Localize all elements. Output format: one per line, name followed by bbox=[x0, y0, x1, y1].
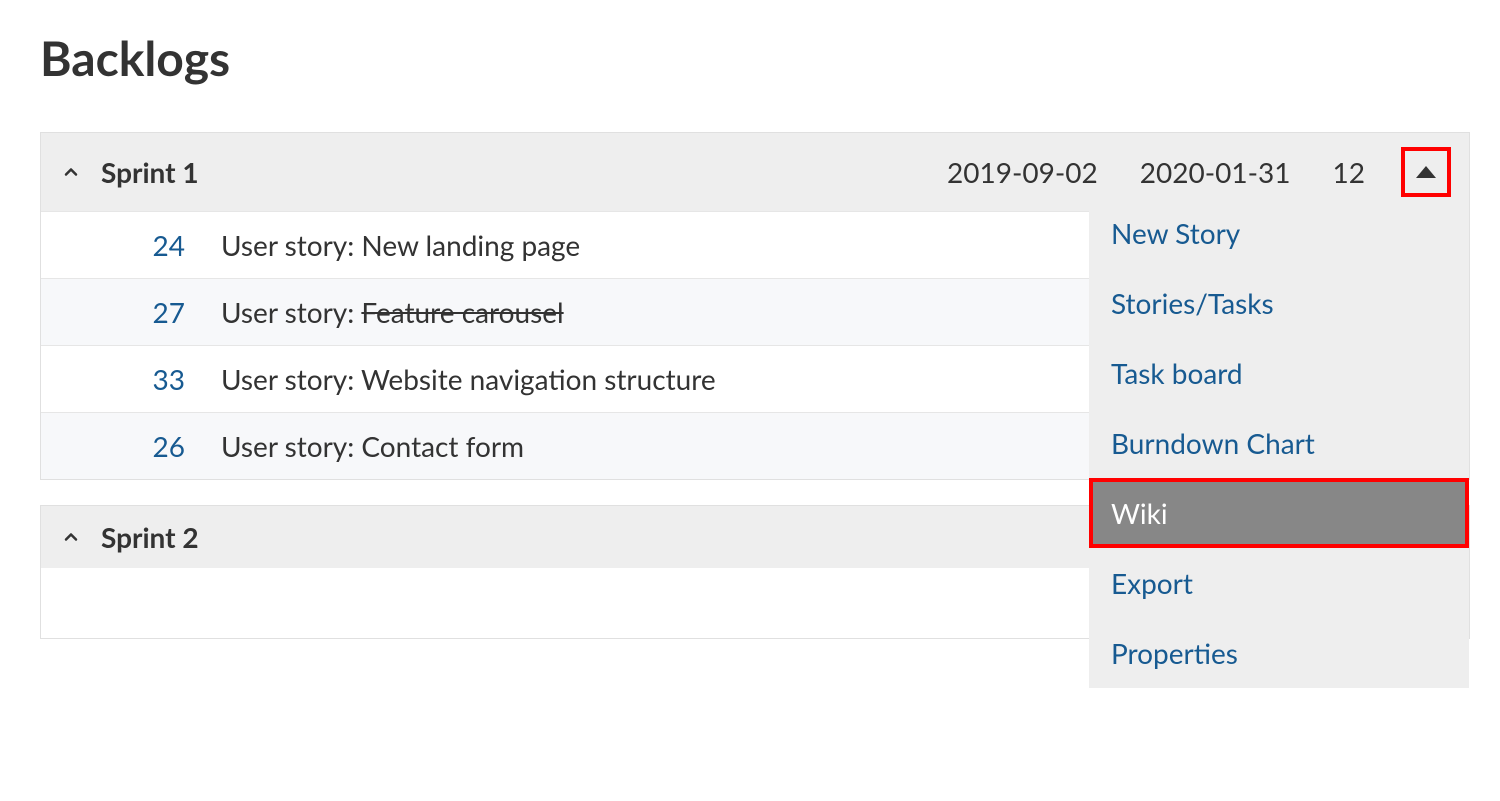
chevron-up-icon[interactable] bbox=[59, 160, 83, 184]
story-prefix: User story: bbox=[221, 295, 361, 329]
story-prefix: User story: bbox=[221, 228, 361, 262]
story-id[interactable]: 24 bbox=[111, 228, 221, 262]
menu-item-task-board[interactable]: Task board bbox=[1089, 338, 1469, 408]
triangle-up-icon bbox=[1416, 166, 1436, 178]
sprint-points: 12 bbox=[1333, 155, 1365, 189]
sprint-name[interactable]: Sprint 1 bbox=[101, 155, 929, 189]
story-id[interactable]: 26 bbox=[111, 429, 221, 463]
menu-item-burndown-chart[interactable]: Burndown Chart bbox=[1089, 408, 1469, 478]
story-text: Contact form bbox=[361, 429, 524, 463]
sprint-menu-toggle[interactable] bbox=[1401, 147, 1451, 197]
sprint-container: Sprint 1 2019-09-02 2020-01-31 12 24 Use… bbox=[40, 132, 1470, 480]
story-prefix: User story: bbox=[221, 362, 361, 396]
story-text: Website navigation structure bbox=[361, 362, 716, 396]
story-text: New landing page bbox=[361, 228, 580, 262]
menu-item-new-story[interactable]: New Story bbox=[1089, 198, 1469, 268]
story-title[interactable]: User story: Feature carousel bbox=[221, 295, 564, 329]
story-id[interactable]: 33 bbox=[111, 362, 221, 396]
sprint-dropdown-menu: New Story Stories/Tasks Task board Burnd… bbox=[1089, 198, 1469, 688]
menu-item-properties[interactable]: Properties bbox=[1089, 618, 1469, 688]
sprint-end-date: 2020-01-31 bbox=[1140, 155, 1291, 189]
menu-item-export[interactable]: Export bbox=[1089, 548, 1469, 618]
menu-item-wiki[interactable]: Wiki bbox=[1089, 478, 1469, 548]
story-text: Feature carousel bbox=[361, 295, 563, 329]
story-title[interactable]: User story: New landing page bbox=[221, 228, 580, 262]
page-title: Backlogs bbox=[40, 30, 1460, 87]
story-prefix: User story: bbox=[221, 429, 361, 463]
chevron-up-icon[interactable] bbox=[59, 525, 83, 549]
sprint-dates: 2019-09-02 2020-01-31 12 bbox=[947, 155, 1365, 189]
story-title[interactable]: User story: Website navigation structure bbox=[221, 362, 716, 396]
story-title[interactable]: User story: Contact form bbox=[221, 429, 524, 463]
story-id[interactable]: 27 bbox=[111, 295, 221, 329]
sprint-start-date: 2019-09-02 bbox=[947, 155, 1098, 189]
menu-item-stories-tasks[interactable]: Stories/Tasks bbox=[1089, 268, 1469, 338]
